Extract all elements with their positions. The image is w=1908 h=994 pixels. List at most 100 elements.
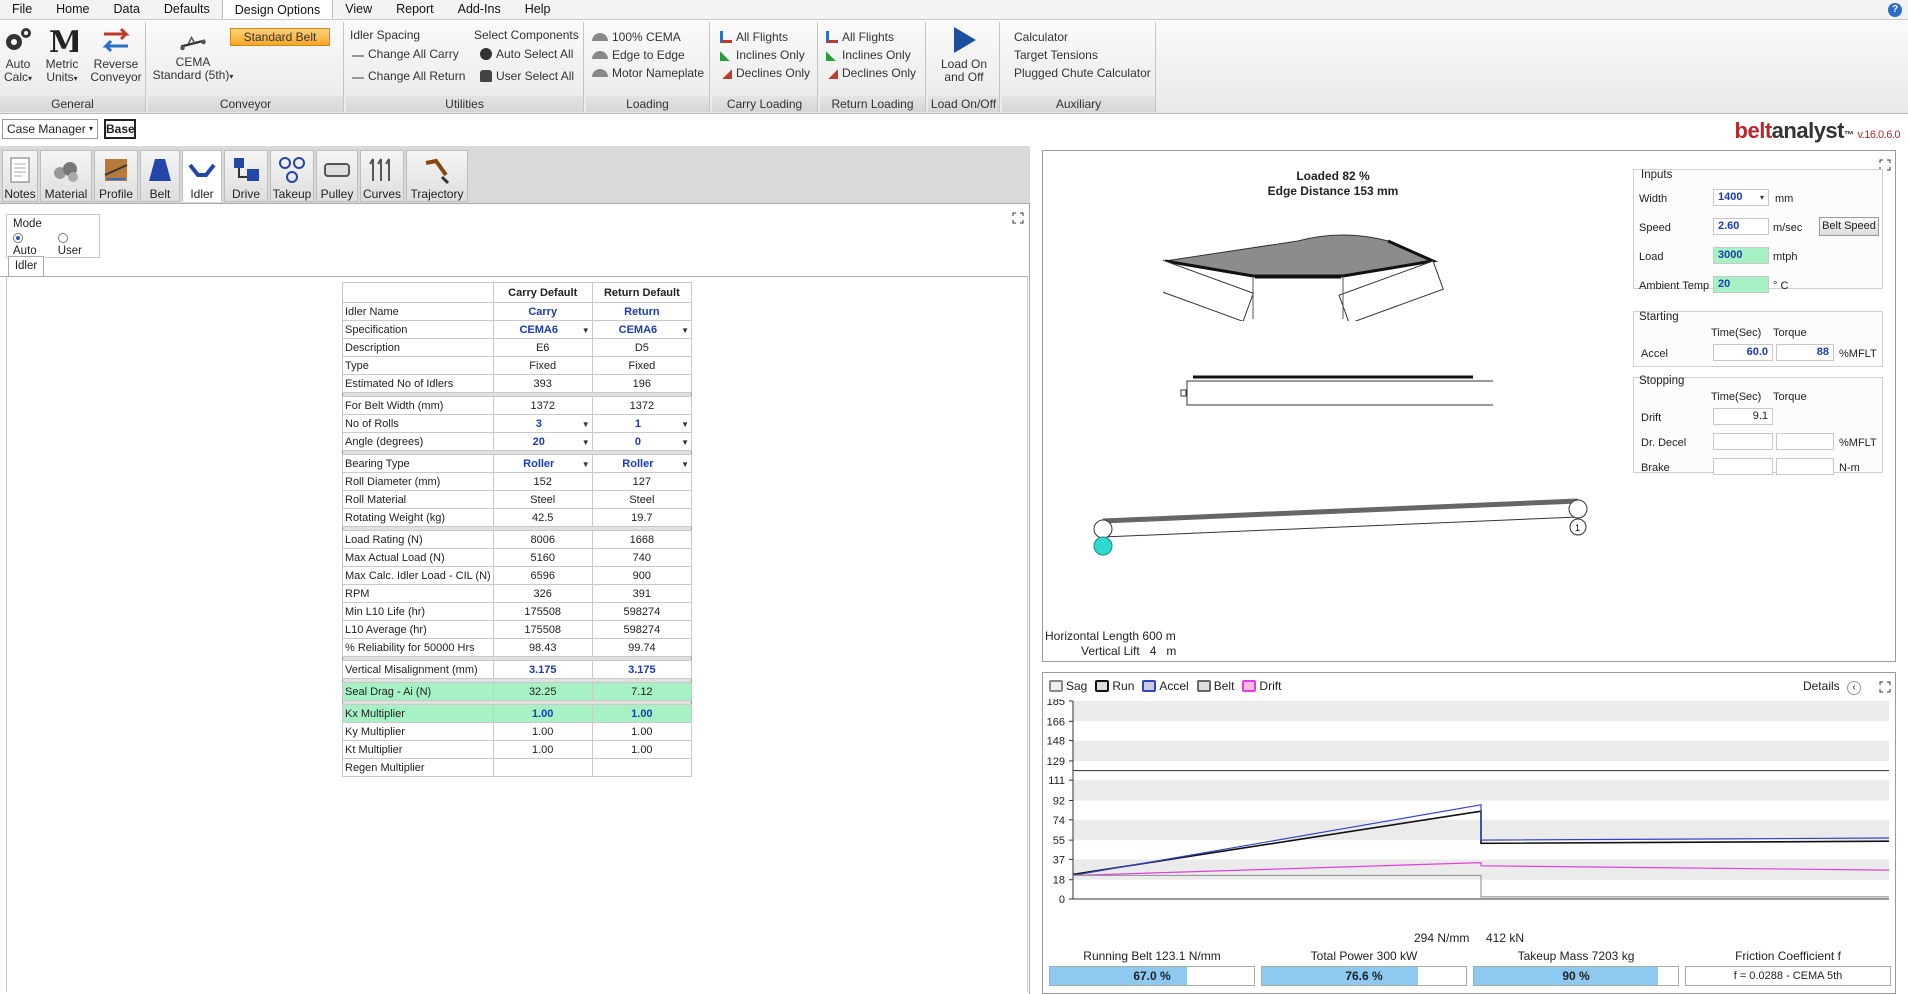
legend-sag[interactable]: Sag: [1049, 679, 1087, 693]
help-icon[interactable]: ?: [1888, 3, 1902, 17]
return-inclines-only-button[interactable]: Inclines Only: [826, 46, 911, 64]
carry-value-cell[interactable]: 1372: [492, 396, 593, 415]
return-value-cell[interactable]: 19.7: [591, 508, 693, 527]
tool-drive[interactable]: Drive: [224, 150, 268, 202]
chevron-down-icon[interactable]: ▼: [582, 460, 590, 469]
return-value-cell[interactable]: 1 ▼: [591, 414, 693, 433]
mode-auto-radio[interactable]: Auto: [13, 233, 48, 257]
return-declines-only-button[interactable]: Declines Only: [826, 64, 916, 82]
load-input[interactable]: 3000: [1713, 247, 1769, 264]
return-value-cell[interactable]: 598274: [591, 602, 693, 621]
case-manager-dropdown[interactable]: Case Manager ▾: [2, 119, 98, 139]
tool-belt[interactable]: Belt: [140, 150, 180, 202]
carry-value-cell[interactable]: CEMA6 ▼: [492, 320, 593, 339]
tool-notes[interactable]: Notes: [2, 150, 38, 202]
return-value-cell[interactable]: [591, 758, 693, 777]
carry-value-cell[interactable]: [492, 758, 593, 777]
tool-takeup[interactable]: Takeup: [270, 150, 314, 202]
carry-value-cell[interactable]: 1.00: [492, 740, 593, 759]
load-on-off-button[interactable]: Load On and Off: [934, 24, 994, 84]
menu-design-options[interactable]: Design Options: [221, 0, 334, 19]
menu-report[interactable]: Report: [384, 0, 446, 19]
chevron-down-icon[interactable]: ▼: [582, 420, 590, 429]
menu-view[interactable]: View: [333, 0, 384, 19]
carry-declines-only-button[interactable]: Declines Only: [720, 64, 810, 82]
carry-inclines-only-button[interactable]: Inclines Only: [720, 46, 805, 64]
accel-torque-input[interactable]: 88: [1776, 344, 1834, 361]
cema-standard-button[interactable]: CEMA Standard (5th)▾: [150, 30, 236, 83]
carry-value-cell[interactable]: 5160: [492, 548, 593, 567]
return-value-cell[interactable]: Roller ▼: [591, 454, 693, 473]
ambient-temp-input[interactable]: 20: [1713, 276, 1769, 293]
return-value-cell[interactable]: 1.00: [591, 722, 693, 741]
return-value-cell[interactable]: 1.00: [591, 740, 693, 759]
return-value-cell[interactable]: 1372: [591, 396, 693, 415]
return-value-cell[interactable]: 3.175: [591, 660, 693, 679]
cema-100-button[interactable]: 100% CEMA: [592, 28, 681, 46]
case-base-button[interactable]: Base: [104, 119, 136, 139]
legend-drift[interactable]: Drift: [1242, 679, 1281, 693]
return-value-cell[interactable]: 99.74: [591, 638, 693, 657]
carry-value-cell[interactable]: 42.5: [492, 508, 593, 527]
return-value-cell[interactable]: 127: [591, 472, 693, 491]
chevron-down-icon[interactable]: ▼: [681, 326, 689, 335]
carry-value-cell[interactable]: Carry: [492, 302, 593, 321]
legend-accel[interactable]: Accel: [1142, 679, 1189, 693]
brake-time-input[interactable]: [1713, 458, 1773, 475]
menu-file[interactable]: File: [0, 0, 44, 19]
chevron-down-icon[interactable]: ▼: [582, 438, 590, 447]
carry-value-cell[interactable]: Steel: [492, 490, 593, 509]
return-all-flights-button[interactable]: All Flights: [826, 28, 894, 46]
carry-value-cell[interactable]: 393: [492, 374, 593, 393]
decel-time-input[interactable]: [1713, 433, 1773, 450]
carry-all-flights-button[interactable]: All Flights: [720, 28, 788, 46]
menu-home[interactable]: Home: [44, 0, 101, 19]
menu-data[interactable]: Data: [102, 0, 152, 19]
return-value-cell[interactable]: 740: [591, 548, 693, 567]
drift-time-input[interactable]: 9.1: [1713, 408, 1773, 425]
carry-value-cell[interactable]: 20 ▼: [492, 432, 593, 451]
user-select-all-button[interactable]: User Select All: [480, 67, 574, 85]
auto-select-all-button[interactable]: Auto Select All: [480, 45, 573, 63]
carry-value-cell[interactable]: E6: [492, 338, 593, 357]
details-button[interactable]: Details ‹: [1803, 679, 1861, 695]
tool-trajectory[interactable]: Trajectory: [406, 150, 468, 202]
brake-torque-input[interactable]: [1776, 458, 1834, 475]
return-value-cell[interactable]: 1668: [591, 530, 693, 549]
return-value-cell[interactable]: D5: [591, 338, 693, 357]
return-value-cell[interactable]: 0 ▼: [591, 432, 693, 451]
return-value-cell[interactable]: Return: [591, 302, 693, 321]
chevron-left-icon[interactable]: ‹: [1847, 681, 1861, 695]
tab-idler[interactable]: Idler: [8, 256, 44, 276]
carry-value-cell[interactable]: 6596: [492, 566, 593, 585]
expand-icon[interactable]: [1879, 681, 1891, 693]
carry-value-cell[interactable]: Fixed: [492, 356, 593, 375]
tool-profile[interactable]: Profile: [94, 150, 138, 202]
return-value-cell[interactable]: Fixed: [591, 356, 693, 375]
tool-curves[interactable]: Curves: [360, 150, 404, 202]
return-value-cell[interactable]: 598274: [591, 620, 693, 639]
carry-value-cell[interactable]: 326: [492, 584, 593, 603]
mode-user-radio[interactable]: User: [57, 233, 93, 257]
chevron-down-icon[interactable]: ▼: [681, 460, 689, 469]
chevron-down-icon[interactable]: ▼: [582, 326, 590, 335]
carry-value-cell[interactable]: 98.43: [492, 638, 593, 657]
carry-value-cell[interactable]: 8006: [492, 530, 593, 549]
carry-value-cell[interactable]: 175508: [492, 620, 593, 639]
return-value-cell[interactable]: 7.12: [591, 682, 693, 701]
expand-icon[interactable]: [1012, 212, 1024, 224]
target-tensions-button[interactable]: Target Tensions: [1014, 46, 1098, 64]
accel-time-input[interactable]: 60.0: [1713, 344, 1773, 361]
reverse-conveyor-button[interactable]: Reverse Conveyor: [88, 24, 144, 84]
return-value-cell[interactable]: CEMA6 ▼: [591, 320, 693, 339]
motor-nameplate-button[interactable]: Motor Nameplate: [592, 64, 704, 82]
carry-value-cell[interactable]: 175508: [492, 602, 593, 621]
legend-belt[interactable]: Belt: [1196, 679, 1234, 693]
metric-units-button[interactable]: M Metric Units▾: [40, 24, 84, 85]
carry-value-cell[interactable]: 3 ▼: [492, 414, 593, 433]
legend-run[interactable]: Run: [1095, 679, 1134, 693]
carry-value-cell[interactable]: 3.175: [492, 660, 593, 679]
carry-value-cell[interactable]: 32.25: [492, 682, 593, 701]
carry-value-cell[interactable]: 152: [492, 472, 593, 491]
calculator-button[interactable]: Calculator: [1014, 28, 1068, 46]
